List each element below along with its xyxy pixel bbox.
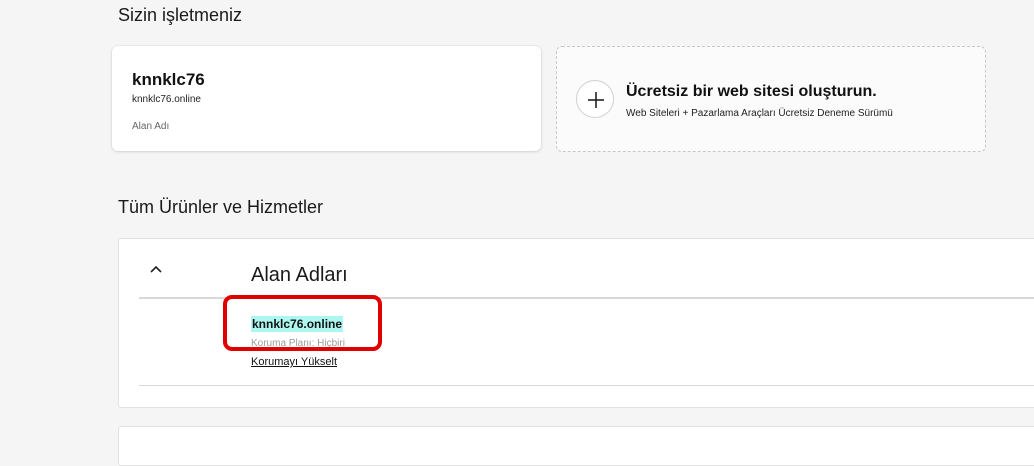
create-website-title: Ücretsiz bir web sitesi oluşturun. <box>626 83 877 100</box>
plus-icon[interactable] <box>576 80 614 118</box>
products-panel: Alan Adları knnklc76.online Koruma Planı… <box>118 238 1034 408</box>
domain-card-name: knnklc76 <box>132 70 205 89</box>
business-section-title: Sizin işletmeniz <box>118 5 243 25</box>
domain-card-type: Alan Adı <box>132 121 170 132</box>
create-website-description: Web Siteleri + Pazarlama Araçları Ücrets… <box>626 108 893 119</box>
create-website-card[interactable]: Ücretsiz bir web sitesi oluşturun. Web S… <box>556 46 986 152</box>
next-products-panel <box>118 426 1034 466</box>
highlight-annotation <box>223 295 382 351</box>
products-section-title: Tüm Ürünler ve Hizmetler <box>118 197 324 217</box>
upgrade-protection-link[interactable]: Korumayı Yükselt <box>251 356 337 368</box>
domain-card-domain: knnklc76.online <box>132 94 201 105</box>
divider <box>139 385 1034 386</box>
chevron-up-icon[interactable] <box>149 261 163 279</box>
domain-card[interactable]: knnklc76 knnklc76.online Alan Adı <box>112 46 541 151</box>
domains-group-title: Alan Adları <box>251 264 348 286</box>
